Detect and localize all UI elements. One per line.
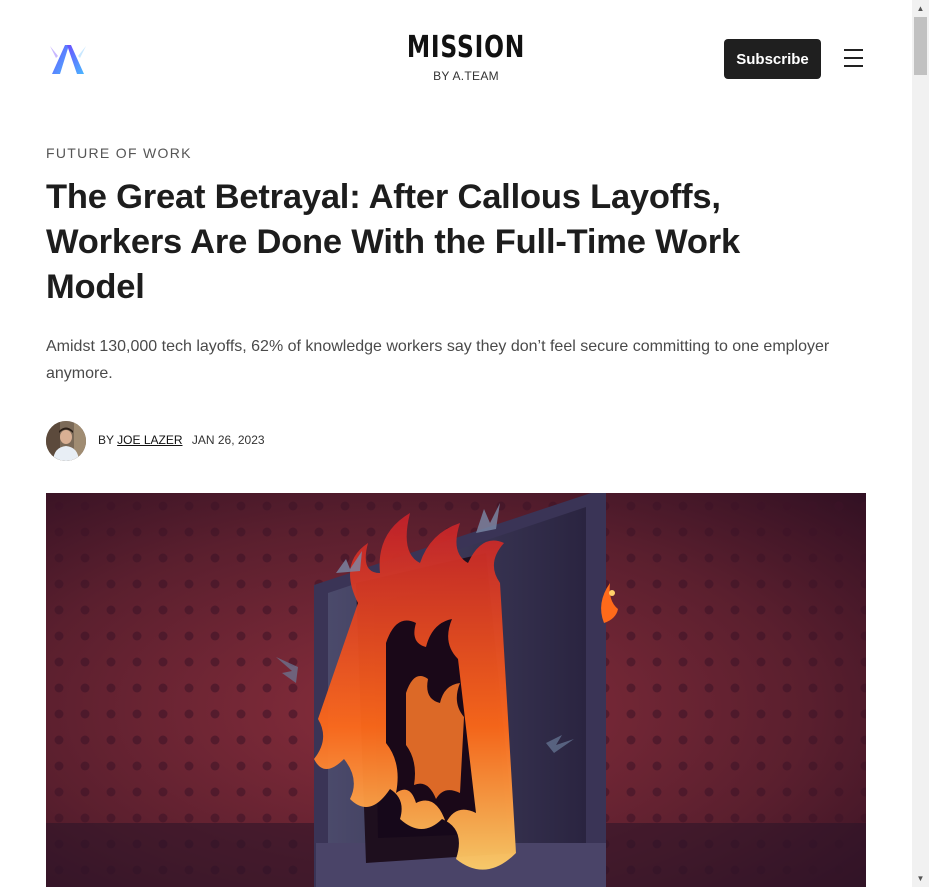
author-link[interactable]: JOE LAZER [117,433,182,447]
byline: BY JOE LAZER JAN 26, 2023 [98,433,265,447]
a-team-logo-icon[interactable] [50,42,86,76]
scrollbar-thumb[interactable] [914,17,927,75]
page: MISSION BY A.TEAM Subscribe FUTURE OF WO… [0,0,912,887]
article-headline: The Great Betrayal: After Callous Layoff… [46,178,740,306]
category-label[interactable]: FUTURE OF WORK [46,145,192,161]
article-dek: Amidst 130,000 tech layoffs, 62% of know… [46,338,830,382]
publish-date: JAN 26, 2023 [191,433,265,447]
subscribe-button[interactable]: Subscribe [724,39,821,79]
byline-prefix: BY [98,433,114,447]
author-avatar [46,421,86,461]
masthead[interactable]: MISSION BY A.TEAM [366,30,566,83]
vertical-scrollbar[interactable]: ▲ ▼ [912,0,929,887]
scroll-down-arrow-icon[interactable]: ▼ [912,870,929,887]
masthead-subtitle: BY A.TEAM [433,69,499,83]
hamburger-menu-icon[interactable] [844,49,864,69]
masthead-title: MISSION [406,30,526,65]
hero-image [46,493,866,887]
scroll-up-arrow-icon[interactable]: ▲ [912,0,929,17]
